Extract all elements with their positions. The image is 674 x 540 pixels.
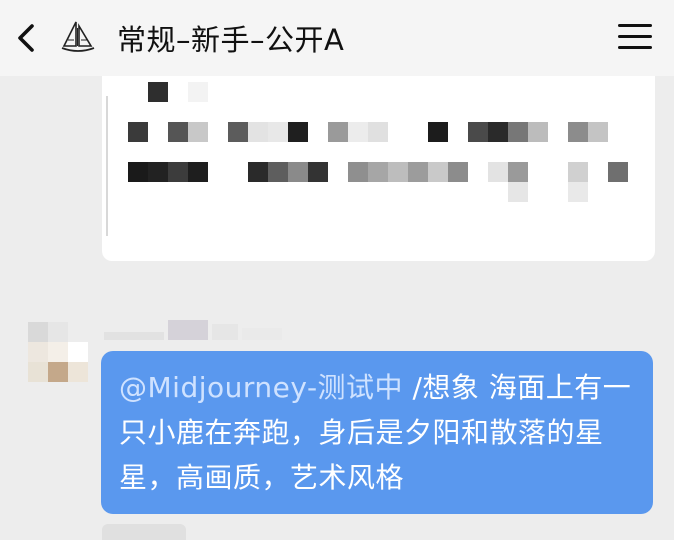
- hamburger-menu-icon: [618, 24, 652, 27]
- message-bubble[interactable]: @Midjourney-测试中 /想象 海面上有一只小鹿在奔跑，身后是夕阳和散落…: [101, 351, 653, 514]
- previous-message-bubble: [102, 56, 655, 261]
- chevron-left-icon: [18, 24, 34, 52]
- sailboat-logo-icon: [61, 21, 95, 52]
- mention-link[interactable]: @Midjourney-测试中: [119, 371, 403, 404]
- next-message-stub: [102, 524, 186, 540]
- back-button[interactable]: [8, 18, 44, 58]
- sender-avatar[interactable]: [28, 322, 88, 382]
- menu-button[interactable]: [614, 16, 658, 56]
- group-avatar[interactable]: [58, 16, 98, 56]
- chat-header: 常规–新手–公开A: [0, 0, 674, 76]
- message-text: @Midjourney-测试中 /想象 海面上有一只小鹿在奔跑，身后是夕阳和散落…: [119, 365, 637, 500]
- sender-name-blurred: [104, 320, 282, 340]
- pixelated-text-mosaic: [128, 82, 628, 202]
- chat-title: 常规–新手–公开A: [117, 23, 345, 57]
